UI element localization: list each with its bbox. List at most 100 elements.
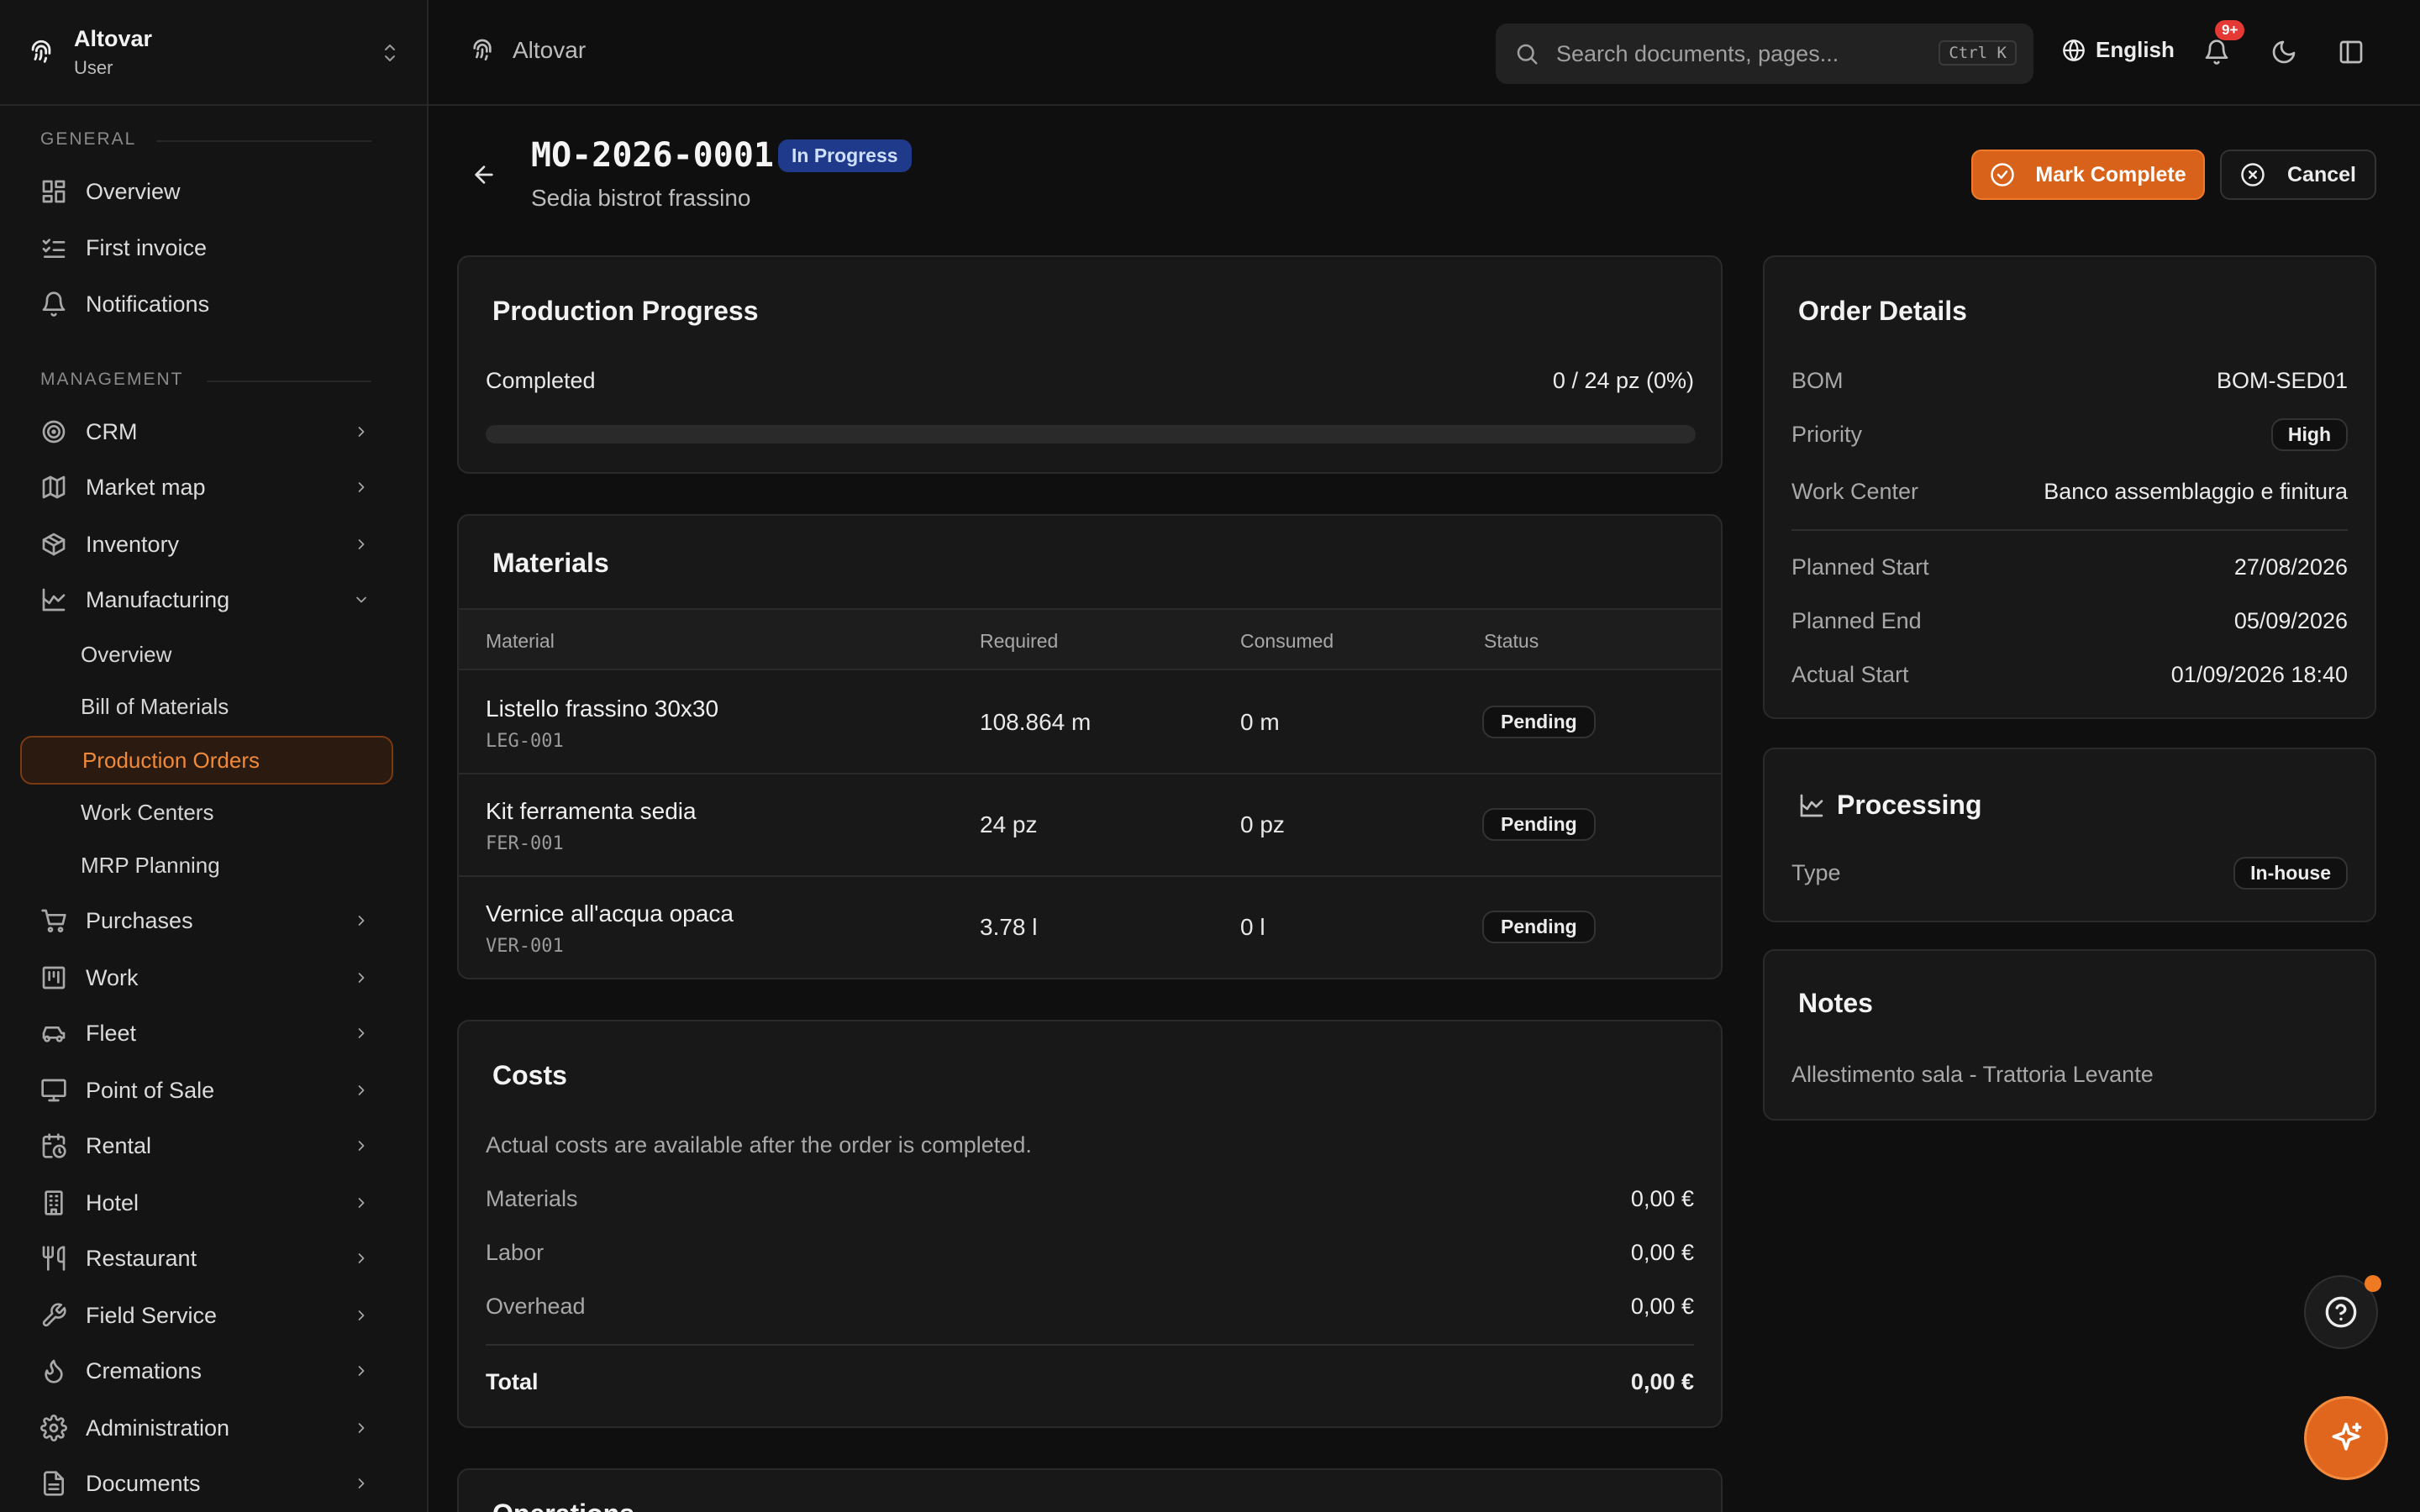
sidebar-item-administration[interactable]: Administration — [20, 1404, 393, 1452]
consumed-qty: 0 pz — [1240, 811, 1285, 837]
sidebar-item-label: Manufacturing — [86, 586, 230, 612]
sidebar-item-label: Rental — [86, 1132, 152, 1158]
planned-end-label: Planned End — [1791, 608, 1922, 633]
completed-value: 0 / 24 pz (0%) — [1552, 368, 1694, 393]
sidebar-item-field-service[interactable]: Field Service — [20, 1292, 393, 1339]
material-name: Kit ferramenta sedia — [486, 798, 697, 824]
workspace-switcher[interactable]: Altovar User — [0, 0, 427, 106]
language-selector[interactable]: English — [2062, 37, 2175, 63]
sidebar-item-point-of-sale[interactable]: Point of Sale — [20, 1067, 393, 1114]
sidebar-subitem-work-centers[interactable]: Work Centers — [20, 788, 393, 837]
type-label: Type — [1791, 860, 1841, 885]
sidebar-item-purchases[interactable]: Purchases — [20, 897, 393, 944]
kanban-icon — [40, 964, 67, 991]
search-placeholder: Search documents, pages... — [1556, 40, 1839, 66]
section-divider — [207, 381, 371, 382]
sidebar-item-documents[interactable]: Documents — [20, 1460, 393, 1507]
table-row[interactable]: Kit ferramenta sedia FER-001 24 pz 0 pz … — [459, 774, 1721, 877]
back-arrow-icon[interactable] — [471, 161, 497, 188]
sidebar-item-label: Inventory — [86, 531, 180, 557]
column-header-material: Material — [486, 630, 555, 652]
check-circle-icon — [1990, 162, 2015, 187]
cost-label-overhead: Overhead — [486, 1294, 586, 1319]
chevron-right-icon — [358, 482, 365, 492]
consumed-qty: 0 l — [1240, 914, 1265, 940]
sidebar-item-crm[interactable]: CRM — [20, 408, 393, 455]
notes-text: Allestimento sala - Trattoria Levante — [1791, 1062, 2154, 1087]
chevron-right-icon — [358, 916, 365, 926]
sidebar-item-rental[interactable]: Rental — [20, 1122, 393, 1169]
flame-icon — [40, 1357, 67, 1384]
mark-complete-button[interactable]: Mark Complete — [1971, 150, 2205, 200]
card-title: Production Progress — [492, 296, 759, 326]
cancel-label: Cancel — [2287, 162, 2356, 186]
sidebar-item-manufacturing[interactable]: Manufacturing — [20, 576, 393, 623]
sidebar-item-inventory[interactable]: Inventory — [20, 521, 393, 568]
required-qty: 108.864 m — [980, 709, 1092, 735]
material-name: Listello frassino 30x30 — [486, 696, 719, 722]
sidebar-item-work[interactable]: Work — [20, 954, 393, 1001]
chevron-right-icon — [358, 1478, 365, 1488]
actual-start-label: Actual Start — [1791, 662, 1909, 687]
sidebar-item-first-invoice[interactable]: First invoice — [20, 224, 393, 271]
card-title: Processing — [1837, 790, 1982, 820]
card-title: Operations — [492, 1499, 634, 1512]
cost-label-materials: Materials — [486, 1186, 578, 1211]
work-center-label: Work Center — [1791, 479, 1919, 504]
work-center-value: Banco assemblaggio e finitura — [2044, 479, 2348, 504]
box-icon — [40, 531, 67, 558]
search-shortcut: Ctrl K — [1939, 40, 2017, 66]
sparkles-icon — [2328, 1420, 2365, 1457]
breadcrumb[interactable]: Altovar — [469, 37, 586, 64]
table-row[interactable]: Listello frassino 30x30 LEG-001 108.864 … — [459, 672, 1721, 774]
sidebar-item-market-map[interactable]: Market map — [20, 464, 393, 511]
bom-value[interactable]: BOM-SED01 — [2217, 368, 2348, 394]
sidebar-subitem-overview[interactable]: Overview — [20, 630, 393, 679]
column-header-status: Status — [1484, 630, 1539, 652]
sidebar-subitem-bill-of-materials[interactable]: Bill of Materials — [20, 682, 393, 731]
sidebar-item-overview[interactable]: Overview — [20, 168, 393, 215]
management-section-label: MANAGEMENT — [40, 370, 184, 389]
material-code: FER-001 — [486, 833, 564, 854]
sidebar-item-label: Field Service — [86, 1302, 218, 1328]
bell-icon[interactable] — [2203, 39, 2230, 66]
factory-icon — [1798, 792, 1825, 819]
factory-icon — [40, 586, 67, 613]
sidebar-item-cremations[interactable]: Cremations — [20, 1347, 393, 1394]
table-row[interactable]: Vernice all'acqua opaca VER-001 3.78 l 0… — [459, 877, 1721, 978]
notification-badge: 9+ — [2215, 20, 2245, 40]
sidebar-toggle-icon[interactable] — [2338, 39, 2365, 66]
chevron-right-icon — [358, 1253, 365, 1263]
sidebar-item-notifications[interactable]: Notifications — [20, 281, 393, 328]
search-icon — [1514, 41, 1539, 66]
sidebar-item-hotel[interactable]: Hotel — [20, 1179, 393, 1226]
sidebar-subitem-production-orders[interactable]: Production Orders — [20, 736, 393, 785]
card-title: Notes — [1798, 988, 1873, 1018]
sidebar-item-label: Hotel — [86, 1189, 139, 1215]
sidebar-subitem-mrp-planning[interactable]: MRP Planning — [20, 841, 393, 890]
cost-total-value: 0,00 € — [1630, 1369, 1694, 1394]
sidebar-item-label: Restaurant — [86, 1245, 197, 1271]
moon-icon[interactable] — [2270, 39, 2297, 66]
section-divider — [156, 140, 371, 142]
checklist-icon — [40, 234, 67, 261]
ai-assistant-button[interactable] — [2304, 1396, 2388, 1480]
chevron-right-icon — [358, 1310, 365, 1320]
chevron-right-icon — [358, 1423, 365, 1433]
chevron-right-icon — [358, 1198, 365, 1208]
cart-icon — [40, 907, 67, 934]
required-qty: 3.78 l — [980, 914, 1038, 940]
sidebar-item-label: Purchases — [86, 907, 193, 933]
bell-icon — [40, 291, 67, 318]
completed-label: Completed — [486, 368, 596, 393]
cancel-button[interactable]: Cancel — [2220, 150, 2376, 200]
chevron-right-icon — [358, 1028, 365, 1038]
search-input[interactable]: Search documents, pages... Ctrl K — [1496, 24, 2033, 84]
notes-card: Notes Allestimento sala - Trattoria Leva… — [1763, 949, 2376, 1121]
material-code: VER-001 — [486, 936, 564, 957]
cost-value-materials: 0,00 € — [1630, 1186, 1694, 1211]
status-badge: In Progress — [778, 139, 912, 172]
sidebar-item-fleet[interactable]: Fleet — [20, 1010, 393, 1057]
sidebar-item-restaurant[interactable]: Restaurant — [20, 1235, 393, 1282]
card-title: Order Details — [1798, 296, 1967, 326]
